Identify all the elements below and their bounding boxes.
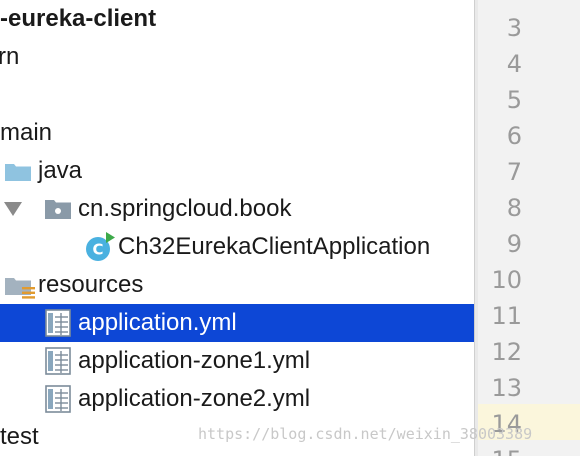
line-number: 5 bbox=[506, 86, 522, 114]
yml-file-icon bbox=[45, 309, 71, 337]
yml-file-icon bbox=[45, 385, 71, 413]
tree-row-module[interactable]: -eureka-client bbox=[0, 0, 474, 38]
build-file-label: rn bbox=[0, 43, 20, 70]
watermark: https://blog.csdn.net/weixin_38003389 bbox=[198, 425, 533, 443]
package-icon bbox=[45, 200, 71, 219]
line-number: 13 bbox=[491, 374, 522, 402]
tree-row-main[interactable]: main bbox=[0, 114, 474, 152]
package-label: cn.springcloud.book bbox=[78, 195, 292, 222]
class-icon: C bbox=[86, 232, 115, 261]
java-folder-label: java bbox=[38, 157, 83, 184]
line-number: 6 bbox=[506, 122, 522, 150]
main-folder-label: main bbox=[0, 119, 53, 146]
tree-row-application-yml[interactable]: application.yml bbox=[0, 304, 474, 342]
file-label: application-zone2.yml bbox=[78, 385, 311, 412]
folder-icon bbox=[5, 164, 31, 181]
line-number: 9 bbox=[506, 230, 522, 258]
tree-row-java[interactable]: java bbox=[0, 152, 474, 190]
line-number: 15 bbox=[478, 442, 522, 456]
line-number: 12 bbox=[491, 338, 522, 366]
tree-row-package[interactable]: cn.springcloud.book bbox=[0, 190, 474, 228]
expand-arrow-icon[interactable] bbox=[4, 202, 22, 216]
yml-file-icon bbox=[45, 347, 71, 375]
test-folder-label: test bbox=[0, 423, 39, 450]
line-number: 8 bbox=[506, 194, 522, 222]
file-label: application-zone1.yml bbox=[78, 347, 311, 374]
resources-folder-label: resources bbox=[38, 271, 144, 298]
line-number: 11 bbox=[491, 302, 522, 330]
line-number: 10 bbox=[491, 266, 522, 294]
main-class-label: Ch32EurekaClientApplication bbox=[118, 233, 431, 260]
line-number: 3 bbox=[506, 14, 522, 42]
resources-folder-icon bbox=[5, 278, 35, 299]
tree-row-main-class[interactable]: C Ch32EurekaClientApplication bbox=[0, 228, 474, 266]
module-name: -eureka-client bbox=[0, 5, 157, 32]
project-tree: -eureka-client rn main java cn.springclo… bbox=[0, 0, 474, 456]
editor-gutter: 3 4 5 6 7 8 9 10 11 12 13 14 15 bbox=[478, 0, 580, 456]
tree-row-application-zone2-yml[interactable]: application-zone2.yml bbox=[0, 380, 474, 418]
file-label: application.yml bbox=[78, 309, 237, 336]
line-number: 4 bbox=[506, 50, 522, 78]
line-number: 7 bbox=[506, 158, 522, 186]
svg-text:C: C bbox=[92, 241, 103, 259]
tree-row-application-zone1-yml[interactable]: application-zone1.yml bbox=[0, 342, 474, 380]
tree-row-build-file[interactable]: rn bbox=[0, 38, 474, 76]
tree-row-resources[interactable]: resources bbox=[0, 266, 474, 304]
